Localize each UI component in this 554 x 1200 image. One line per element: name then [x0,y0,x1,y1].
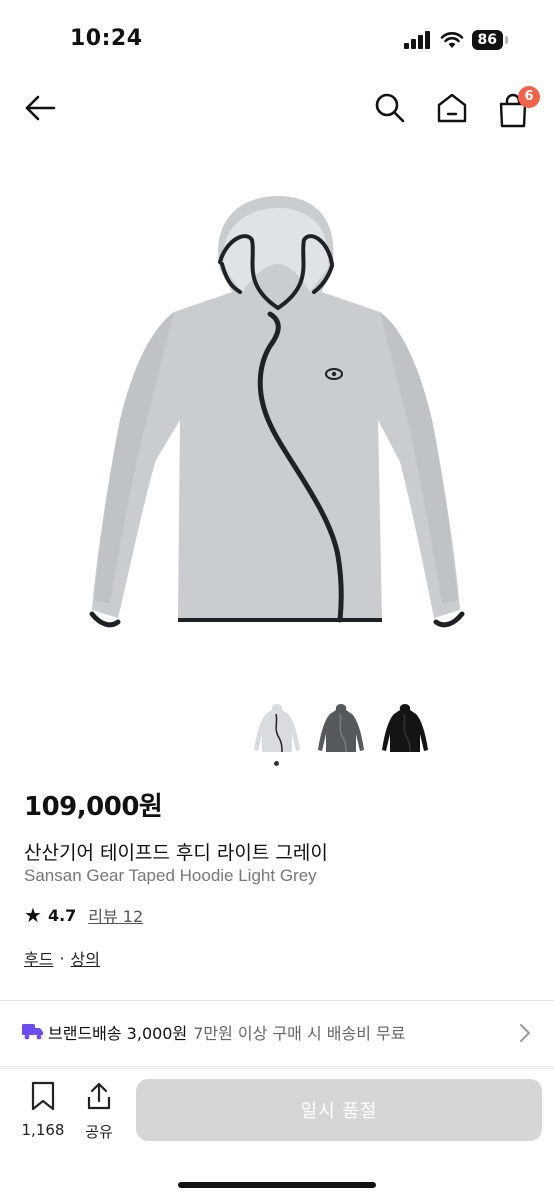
bookmark-button[interactable]: 1,168 [18,1081,68,1147]
signal-icon [403,31,430,49]
shipping-text: 브랜드배송 3,000원 7만원 이상 구매 시 배송비 무료 [48,1020,405,1044]
review-count-link[interactable]: 리뷰 12 [88,903,143,927]
product-name-korean: 산산기어 테이프드 후디 라이트 그레이 [24,842,328,864]
thumbnail-charcoal[interactable] [316,700,366,756]
share-label: 공유 [85,1123,113,1141]
bookmark-icon [31,1081,55,1111]
star-icon: ★ [24,903,42,927]
bookmark-count: 1,168 [21,1121,65,1139]
share-button[interactable]: 공유 [76,1081,122,1147]
status-bar: 10:24 86 [0,0,554,80]
truck-icon [22,1024,43,1040]
search-icon[interactable] [372,90,408,126]
divider [0,1066,554,1067]
status-time: 10:24 [70,26,143,51]
status-icons: 86 [403,30,508,50]
sold-out-button[interactable]: 일시 품절 [136,1079,542,1141]
cart-count-badge: 6 [518,86,540,108]
shipping-info-row[interactable]: 브랜드배송 3,000원 7만원 이상 구매 시 배송비 무료 [0,1002,554,1064]
thumbnail-black[interactable] [380,700,430,756]
home-icon[interactable] [434,90,470,126]
thumbnail-light-grey[interactable] [252,700,302,756]
divider [0,1000,554,1001]
back-arrow-icon[interactable] [22,92,58,124]
product-name-english: Sansan Gear Taped Hoodie Light Grey [24,866,317,885]
top-nav: 6 [0,80,554,136]
category-hood-link[interactable]: 후드 [24,946,53,970]
product-image[interactable] [70,180,484,660]
chevron-right-icon [520,1024,530,1042]
home-indicator [178,1182,376,1188]
bottom-action-bar: 1,168 공유 일시 품절 [0,1068,554,1200]
battery-icon: 86 [471,30,508,50]
gallery-indicator-dot [274,761,279,766]
share-icon [87,1082,111,1110]
cart-button[interactable]: 6 [494,86,540,128]
battery-level: 86 [471,30,503,50]
rating-value: 4.7 [47,905,77,925]
category-separator: · [59,948,65,968]
free-shipping-condition: 7만원 이상 구매 시 배송비 무료 [193,1024,406,1043]
shipping-fee: 브랜드배송 3,000원 [48,1024,188,1043]
category-row: 후드 · 상의 [24,946,100,970]
product-price: 109,000원 [24,792,163,822]
wifi-icon [440,32,463,48]
thumbnail-strip [252,700,430,756]
category-tops-link[interactable]: 상의 [71,946,100,970]
rating-row: ★ 4.7 리뷰 12 [24,903,143,927]
